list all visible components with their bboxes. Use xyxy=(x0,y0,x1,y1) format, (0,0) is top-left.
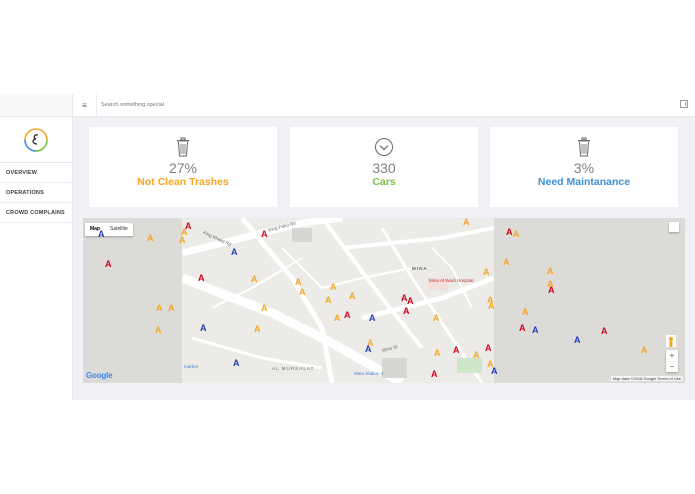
map-marker-icon[interactable]: A xyxy=(168,304,175,313)
stat-value: 3% xyxy=(573,160,595,176)
pegman-icon[interactable] xyxy=(666,335,676,347)
sidebar-header xyxy=(0,94,72,117)
sidebar: OVERVIEW OPERATIONS CROWD COMPLAINS xyxy=(0,94,73,400)
search-input[interactable] xyxy=(101,99,401,111)
map-marker-icon[interactable]: A xyxy=(483,268,490,277)
map-marker-icon[interactable]: A xyxy=(369,314,376,323)
map-marker-icon[interactable]: A xyxy=(547,280,554,289)
map-marker-icon[interactable]: A xyxy=(485,344,492,353)
map-marker-icon[interactable]: A xyxy=(519,324,526,333)
map-marker-icon[interactable]: A xyxy=(105,260,112,269)
map-label-station: Mina Station 2 xyxy=(354,371,384,376)
map-marker-icon[interactable]: A xyxy=(453,346,460,355)
map-marker-icon[interactable]: A xyxy=(431,370,438,379)
map-marker-icon[interactable]: A xyxy=(155,326,162,335)
map-marker-icon[interactable]: A xyxy=(487,296,494,305)
map-marker-icon[interactable]: A xyxy=(403,307,410,316)
map-label-market: market xyxy=(184,364,199,369)
app-logo[interactable] xyxy=(23,127,49,153)
menu-toggle-button[interactable]: ≡ xyxy=(73,94,97,116)
map-marker-icon[interactable]: A xyxy=(231,248,238,257)
map-label-mina: MINA xyxy=(412,266,428,271)
map-marker-icon[interactable]: A xyxy=(325,296,332,305)
map-marker-icon[interactable]: A xyxy=(491,367,498,376)
map-marker-icon[interactable]: A xyxy=(433,314,440,323)
map-marker-icon[interactable]: A xyxy=(147,234,154,243)
stat-label: Cars xyxy=(372,176,396,188)
map-grey-area xyxy=(494,218,685,383)
map-marker-icon[interactable]: A xyxy=(330,283,337,292)
map-marker-icon[interactable]: A xyxy=(156,304,163,313)
stat-value: 27% xyxy=(168,160,198,176)
map-marker-icon[interactable]: A xyxy=(574,336,581,345)
map-view[interactable]: MINA Mina Al Wadi Hospital AL MURSALAT M… xyxy=(83,218,685,383)
map-marker-icon[interactable]: A xyxy=(473,351,480,360)
top-header: ≡ xyxy=(73,94,695,117)
map-type-control: Map Satellite xyxy=(85,223,133,236)
stat-value: 330 xyxy=(372,160,396,176)
map-attribution[interactable]: Map data ©2018 Google Terms of Use xyxy=(610,376,683,381)
fullscreen-icon[interactable] xyxy=(680,100,688,108)
map-marker-icon[interactable]: A xyxy=(261,304,268,313)
map-marker-icon[interactable]: A xyxy=(506,228,513,237)
map-fullscreen-icon[interactable] xyxy=(669,222,679,232)
map-label-mursalat: AL MURSALAT xyxy=(272,366,315,371)
stat-label: Need Maintanance xyxy=(537,176,631,188)
map-marker-icon[interactable]: A xyxy=(98,230,105,239)
sidebar-item-overview[interactable]: OVERVIEW xyxy=(0,163,72,183)
map-streets: MINA Mina Al Wadi Hospital AL MURSALAT M… xyxy=(180,218,495,383)
map-grey-area xyxy=(83,218,182,383)
map-marker-icon[interactable]: A xyxy=(641,346,648,355)
hamburger-icon: ≡ xyxy=(82,100,87,110)
map-marker-icon[interactable]: A xyxy=(299,288,306,297)
map-marker-icon[interactable]: A xyxy=(365,345,372,354)
map-marker-icon[interactable]: A xyxy=(261,230,268,239)
map-marker-icon[interactable]: A xyxy=(513,230,520,239)
zoom-control: + − xyxy=(666,350,678,372)
map-type-satellite-button[interactable]: Satellite xyxy=(105,223,133,236)
google-logo: Google xyxy=(86,371,113,380)
chevron-down-circle-icon xyxy=(290,137,478,157)
stat-card-trashes: 27% Not Clean Trashes xyxy=(89,127,277,207)
zoom-out-button[interactable]: − xyxy=(666,361,678,372)
map-marker-icon[interactable]: A xyxy=(198,274,205,283)
dashboard-app: OVERVIEW OPERATIONS CROWD COMPLAINS ≡ 27… xyxy=(0,94,695,400)
map-marker-icon[interactable]: A xyxy=(601,327,608,336)
trash-icon xyxy=(490,137,678,157)
sidebar-item-crowd-complains[interactable]: CROWD COMPLAINS xyxy=(0,203,72,223)
map-marker-icon[interactable]: A xyxy=(179,236,186,245)
sidebar-item-operations[interactable]: OPERATIONS xyxy=(0,183,72,203)
stat-card-cars: 330 Cars xyxy=(290,127,478,207)
map-marker-icon[interactable]: A xyxy=(463,218,470,227)
map-marker-icon[interactable]: A xyxy=(407,297,414,306)
zoom-in-button[interactable]: + xyxy=(666,350,678,361)
map-marker-icon[interactable]: A xyxy=(547,267,554,276)
map-marker-icon[interactable]: A xyxy=(532,326,539,335)
map-marker-icon[interactable]: A xyxy=(434,349,441,358)
map-marker-icon[interactable]: A xyxy=(349,292,356,301)
map-marker-icon[interactable]: A xyxy=(344,311,351,320)
map-marker-icon[interactable]: A xyxy=(251,275,258,284)
map-marker-icon[interactable]: A xyxy=(200,324,207,333)
map-label-hospital: Mina Al Wadi Hospital xyxy=(429,278,474,283)
stat-label: Not Clean Trashes xyxy=(137,176,229,188)
map-marker-icon[interactable]: A xyxy=(503,258,510,267)
logo-container xyxy=(0,117,72,163)
trash-icon xyxy=(89,137,277,157)
map-marker-icon[interactable]: A xyxy=(334,314,341,323)
map-marker-icon[interactable]: A xyxy=(254,325,261,334)
map-marker-icon[interactable]: A xyxy=(295,278,302,287)
map-marker-icon[interactable]: A xyxy=(522,308,529,317)
map-marker-icon[interactable]: A xyxy=(233,359,240,368)
stat-card-maintenance: 3% Need Maintanance xyxy=(490,127,678,207)
